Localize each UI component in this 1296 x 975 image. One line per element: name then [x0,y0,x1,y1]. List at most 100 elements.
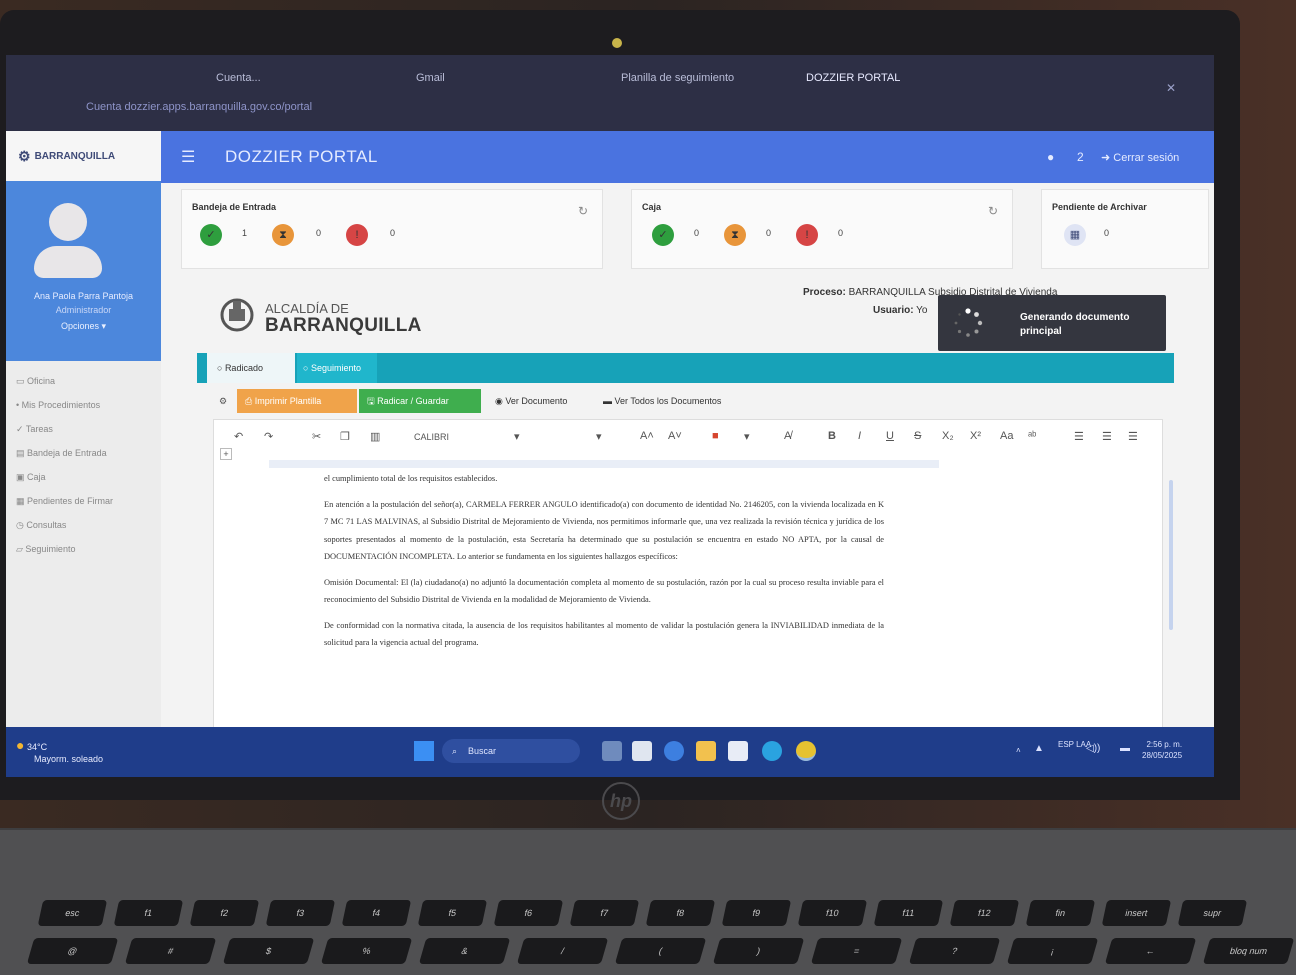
close-icon[interactable]: ✕ [1166,81,1176,95]
alert-icon[interactable]: ! [796,224,818,246]
store-icon[interactable] [728,741,748,761]
keyboard-key: f6 [493,900,564,926]
clock[interactable]: 2:56 p. m. 28/05/2025 [1142,739,1182,761]
volume-icon[interactable]: ◁)) [1086,743,1100,754]
list-number-icon[interactable]: ☰ [1102,430,1112,443]
box-icon: ▣ [16,472,28,482]
profile-options[interactable]: Opciones ▾ [6,321,161,332]
chevron-up-icon[interactable]: ˄ [1016,745,1021,756]
sidebar-item-seguimiento[interactable]: ▱ Seguimiento [6,537,161,561]
menu-icon[interactable]: ☰ [181,147,195,167]
taskbar-search[interactable]: ⌕ Buscar [442,739,580,763]
hourglass-icon[interactable]: ⧗ [724,224,746,246]
refresh-icon[interactable]: ↻ [988,204,998,218]
tab-seguimiento[interactable]: ○ Seguimiento [297,353,377,383]
sidebar-item-consultas[interactable]: ◷ Consultas [6,513,161,537]
network-icon[interactable]: ▲ [1034,743,1044,754]
laptop-keyboard-deck: esc f1 f2 f3 f4 f5 f6 f7 f8 f9 f10 f11 f12 fin insert s… [0,830,1296,975]
logout-icon: ➜ [1101,152,1114,164]
sidebar-item-tareas[interactable]: ✓ Tareas [6,417,161,441]
browser-tab-planilla[interactable]: Planilla de seguimiento [621,65,734,91]
strikethrough-icon[interactable]: S [914,430,921,442]
weather-widget[interactable]: ● 34°C Mayorm. soleado [16,738,103,765]
redo-icon[interactable]: ↷ [264,430,273,443]
sidebar-item-procedimientos[interactable]: • Mis Procedimientos [6,393,161,417]
keyboard-key: ? [908,938,1001,964]
list-bullet-icon[interactable]: ☰ [1074,430,1084,443]
sidebar-item-pendientes[interactable]: ▦ Pendientes de Firmar [6,489,161,513]
cut-icon[interactable]: ✂ [312,430,321,443]
windows-start-icon[interactable] [414,741,434,761]
superscript-icon[interactable]: X² [970,430,981,442]
chevron-down-icon[interactable]: ▾ [744,430,750,443]
status-green-icon[interactable]: ✓ [652,224,674,246]
keyboard-key: f5 [417,900,488,926]
logout-button[interactable]: ➜ Cerrar sesión [1101,151,1179,164]
sidebar-logo[interactable]: ⚙ BARRANQUILLA [6,131,161,181]
case-icon[interactable]: Aa [1000,430,1013,442]
count: 0 [766,228,772,238]
notification-count[interactable]: 2 [1077,150,1084,164]
highlight-icon[interactable]: ᵃᵇ [1028,430,1036,442]
browser-tab[interactable]: Cuenta... [216,65,261,91]
keyboard-key: f10 [797,900,868,926]
status-green-icon[interactable]: ✓ [200,224,222,246]
document-editor[interactable]: ↶ ↷ ✂ ❐ ▥ CALIBRI ▾ ▾ A˄ A˅ ■ ▾ A̸ B I U… [213,419,1173,777]
paste-icon[interactable]: ▥ [370,430,380,443]
ruler-toggle-icon[interactable]: + [220,448,232,460]
file-explorer-icon[interactable] [696,741,716,761]
font-shrink-icon[interactable]: A˅ [668,430,682,442]
profile-name: Ana Paola Parra Pantoja [33,291,134,301]
browser-tab-gmail[interactable]: Gmail [416,65,445,91]
gear-icon[interactable]: ⚙ [219,389,235,413]
sidebar-item-label: Mis Procedimientos [21,400,101,410]
archive-icon[interactable]: ▦ [1064,224,1086,246]
edge-icon[interactable] [762,741,782,761]
widgets-icon[interactable] [602,741,622,761]
address-bar[interactable]: Cuenta dozzier.apps.barranquilla.gov.co/… [86,101,312,113]
clear-format-icon[interactable]: A̸ [784,430,791,442]
sidebar-item-caja[interactable]: ▣ Caja [6,465,161,489]
chrome-icon[interactable] [796,741,816,761]
task-view-icon[interactable] [632,741,652,761]
count: 0 [316,228,322,238]
battery-icon[interactable]: ▬ [1120,743,1130,754]
font-select[interactable]: CALIBRI [414,432,449,442]
undo-icon[interactable]: ↶ [234,430,243,443]
view-all-documents-button[interactable]: ▬ Ver Todos los Documentos [595,389,755,413]
chevron-down-icon[interactable]: ▾ [596,430,602,443]
pending-card[interactable]: Pendiente de Archivar ▦ 0 [1041,189,1209,269]
underline-icon[interactable]: U [886,430,894,442]
refresh-icon[interactable]: ↻ [578,204,588,218]
keyboard-key: ← [1104,938,1197,964]
subscript-icon[interactable]: X₂ [942,430,954,442]
hourglass-icon[interactable]: ⧗ [272,224,294,246]
sidebar-item-oficina[interactable]: ▭ Oficina [6,369,161,393]
windows-taskbar: ● 34°C Mayorm. soleado ⌕ Buscar ˄ ▲ ESP … [6,727,1214,777]
archive-icon: ▦ [16,496,28,506]
inbox-card[interactable]: Bandeja de Entrada ↻ ✓ 1 ⧗ 0 ! 0 [181,189,603,269]
italic-icon[interactable]: I [858,430,861,442]
browser-tab-dozzier[interactable]: DOZZIER PORTAL [806,65,900,91]
bold-icon[interactable]: B [828,430,836,442]
card-title: Caja [642,202,662,212]
tab-radicado[interactable]: ○ Radicado [207,353,295,383]
save-button[interactable]: 🖫 Radicar / Guardar [359,389,481,413]
font-grow-icon[interactable]: A˄ [640,430,654,442]
chevron-down-icon[interactable]: ▾ [514,430,520,443]
bell-icon[interactable]: ● [1047,150,1054,164]
chat-icon[interactable] [664,741,684,761]
caja-card[interactable]: Caja ↻ ✓ 0 ⧗ 0 ! 0 [631,189,1013,269]
keyboard-key: ( [614,938,707,964]
editor-scrollbar[interactable] [1169,480,1173,630]
search-label: Buscar [468,746,497,756]
indent-icon[interactable]: ☰ [1128,430,1138,443]
view-doc-label: Ver Documento [505,396,568,406]
copy-icon[interactable]: ❐ [340,430,350,443]
color-icon[interactable]: ■ [712,430,719,442]
alert-icon[interactable]: ! [346,224,368,246]
print-button[interactable]: ⎙ Imprimir Plantilla [237,389,357,413]
sidebar-item-bandeja[interactable]: ▤ Bandeja de Entrada [6,441,161,465]
view-document-button[interactable]: ◉ Ver Documento [487,389,591,413]
chart-icon: ▱ [16,544,26,554]
